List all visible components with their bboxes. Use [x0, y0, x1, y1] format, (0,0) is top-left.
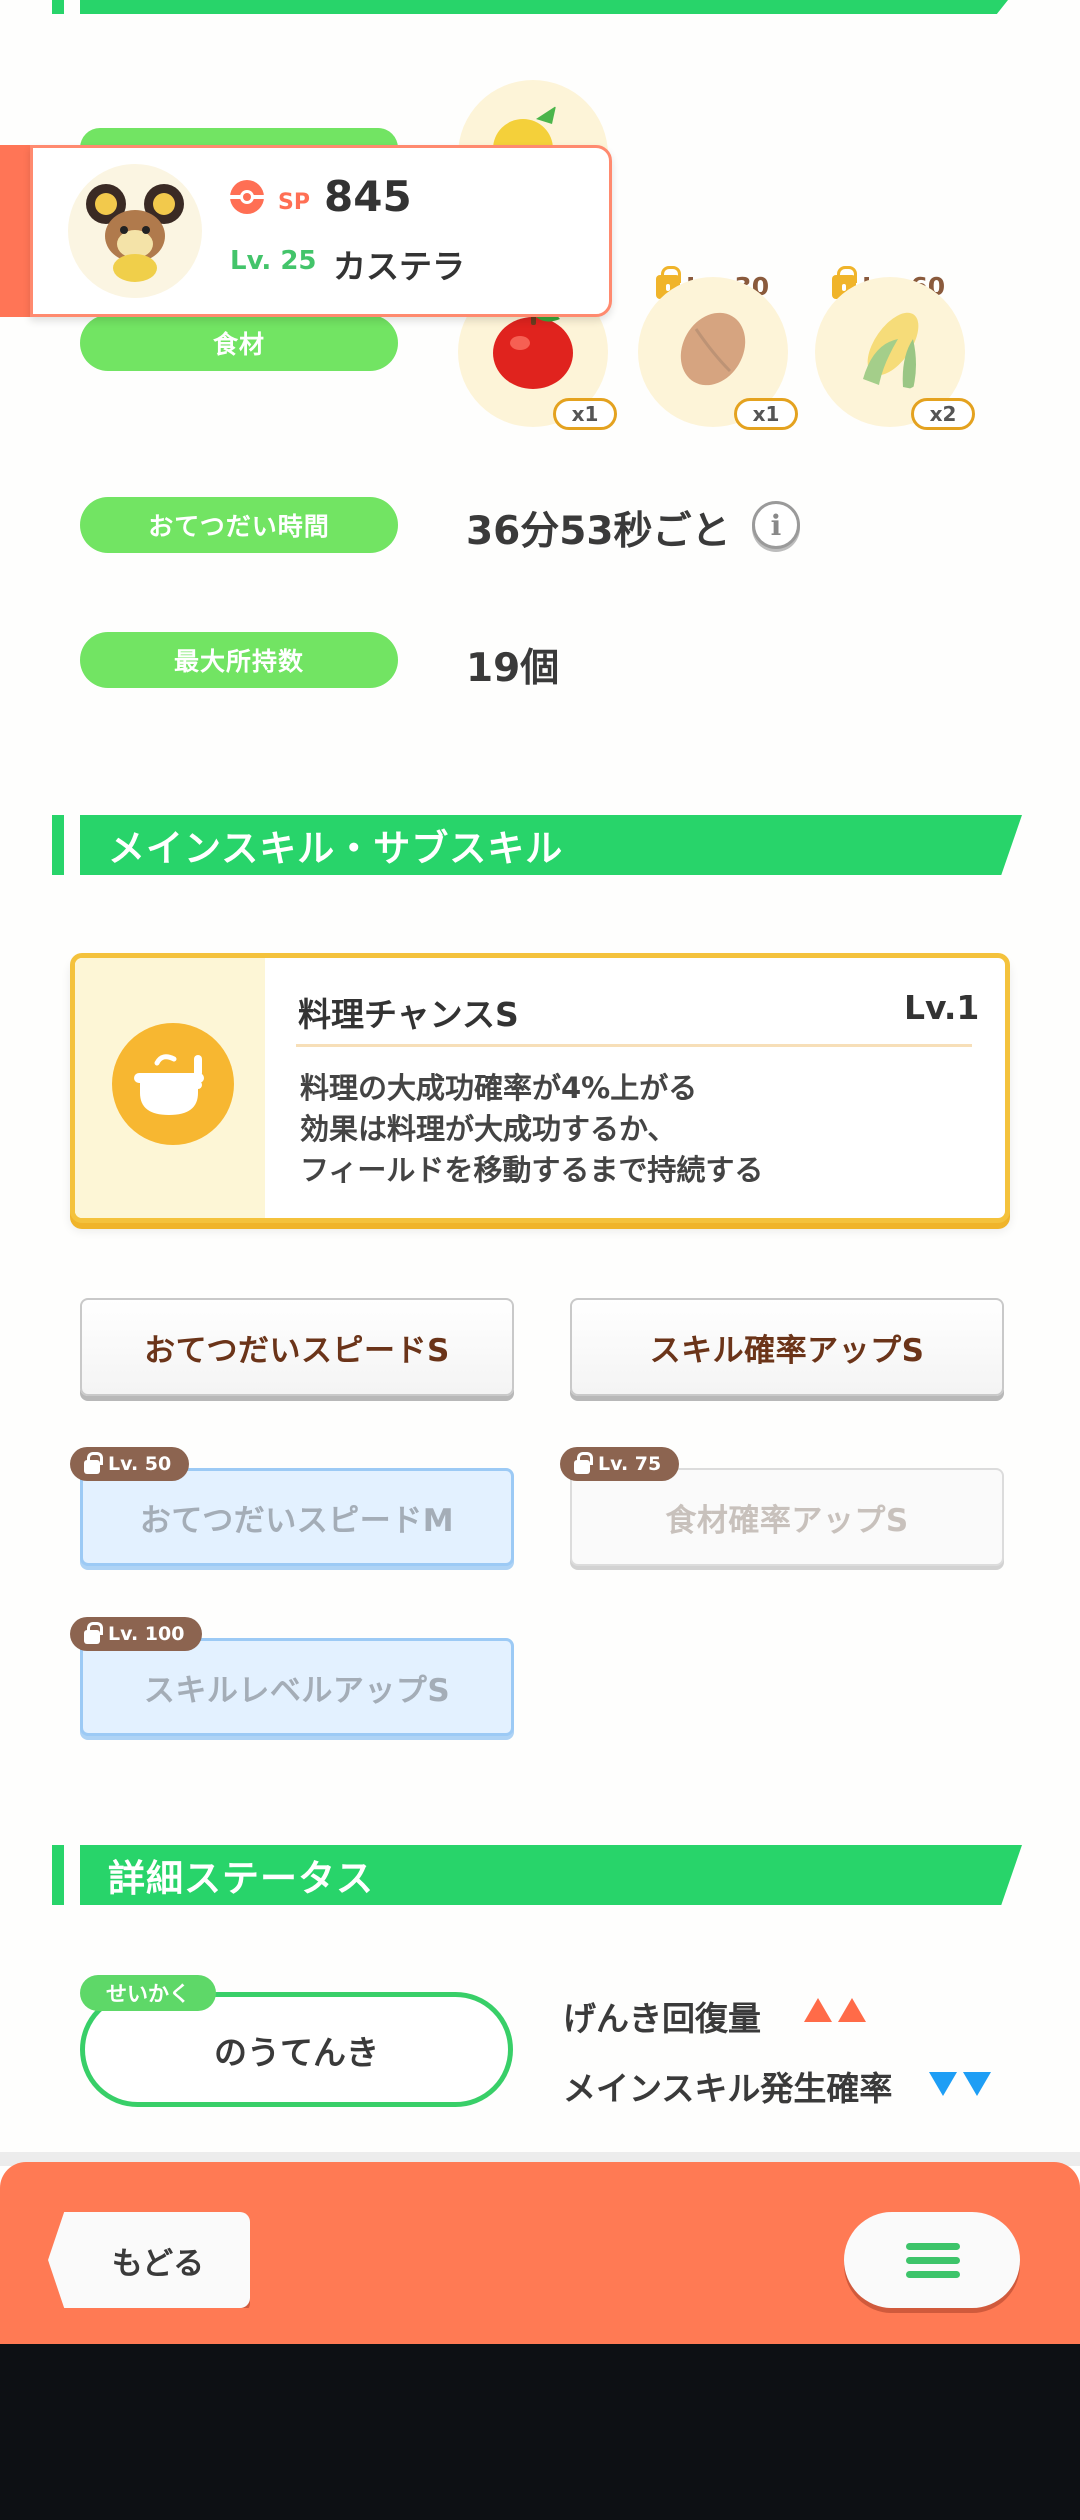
- menu-icon: [906, 2271, 960, 2278]
- desc-line: 料理の大成功確率が4%上がる: [300, 1071, 698, 1105]
- sub-skill-1[interactable]: おてつだいスピードS: [80, 1298, 514, 1396]
- sub-skill-2[interactable]: スキル確率アップS: [570, 1298, 1004, 1396]
- section-accent: [52, 1845, 64, 1905]
- sp-value: 845: [324, 172, 412, 221]
- down-arrow-icon: [929, 2072, 957, 2096]
- ingredient-qty-2: x1: [734, 398, 798, 430]
- details-section-header: 詳細ステータス: [80, 1845, 1022, 1905]
- down-arrow-icon: [963, 2072, 991, 2096]
- help-time-label: おてつだい時間: [80, 497, 398, 553]
- lock-icon: [574, 1451, 593, 1474]
- lock-icon: [84, 1621, 103, 1644]
- sub-skill-3[interactable]: おてつだいスピードM: [80, 1468, 514, 1566]
- corn-icon: [863, 312, 919, 389]
- sp-label: SP: [278, 190, 310, 215]
- max-carry-label: 最大所持数: [80, 632, 398, 688]
- help-time-value: 36分53秒ごと: [466, 509, 731, 554]
- cooking-pot-icon: [112, 1023, 234, 1145]
- pokemon-name: カステラ: [333, 247, 465, 286]
- menu-button[interactable]: [844, 2212, 1020, 2308]
- system-bar-area: [0, 2344, 1080, 2520]
- skill-points-icon: [230, 180, 264, 214]
- menu-icon: [906, 2243, 960, 2250]
- up-arrow-icon: [804, 1998, 832, 2022]
- back-button[interactable]: もどる: [48, 2212, 250, 2308]
- menu-icon: [906, 2257, 960, 2264]
- nature-down-effect: メインスキル発生確率: [563, 2069, 893, 2108]
- main-skill-description: 料理の大成功確率が4%上がる 効果は料理が大成功するか、 フィールドを移動するま…: [300, 1068, 763, 1191]
- up-arrows: [804, 1998, 866, 2022]
- sub-skill-5[interactable]: スキルレベルアップS: [80, 1638, 514, 1736]
- sub-skill-5-lock-badge: Lv. 100: [70, 1617, 203, 1651]
- ingredients-label: 食材: [80, 315, 398, 371]
- info-icon[interactable]: i: [752, 501, 800, 549]
- pokemon-sprite-icon: [86, 184, 184, 282]
- cacao-icon: [680, 312, 746, 386]
- nature-tag: せいかく: [80, 1975, 216, 2011]
- main-skill-icon-area: [75, 958, 265, 1218]
- section-accent-top: [52, 0, 64, 14]
- main-skill-name: 料理チャンスS: [298, 995, 519, 1034]
- skills-section-header: メインスキル・サブスキル: [80, 815, 1022, 875]
- desc-line: 効果は料理が大成功するか、: [300, 1112, 677, 1146]
- section-accent: [52, 815, 64, 875]
- nature-up-effect: げんき回復量: [563, 1999, 761, 2038]
- lock-icon: [84, 1451, 103, 1474]
- pokemon-avatar: [68, 164, 202, 298]
- ingredient-qty-3: x2: [911, 398, 975, 430]
- down-arrows: [929, 2072, 991, 2096]
- ingredient-qty-1: x1: [553, 398, 617, 430]
- section-header-top-fragment: [80, 0, 1008, 14]
- desc-line: フィールドを移動するまで持続する: [300, 1153, 764, 1187]
- max-carry-value: 19個: [466, 646, 560, 691]
- sub-skill-3-lock-badge: Lv. 50: [70, 1447, 190, 1481]
- up-arrow-icon: [838, 1998, 866, 2022]
- main-skill-divider: [296, 1044, 972, 1047]
- main-skill-level: Lv.1: [904, 988, 980, 1027]
- pokemon-level: Lv. 25: [230, 246, 317, 276]
- sub-skill-4-lock-badge: Lv. 75: [560, 1447, 680, 1481]
- sub-skill-4[interactable]: 食材確率アップS: [570, 1468, 1004, 1566]
